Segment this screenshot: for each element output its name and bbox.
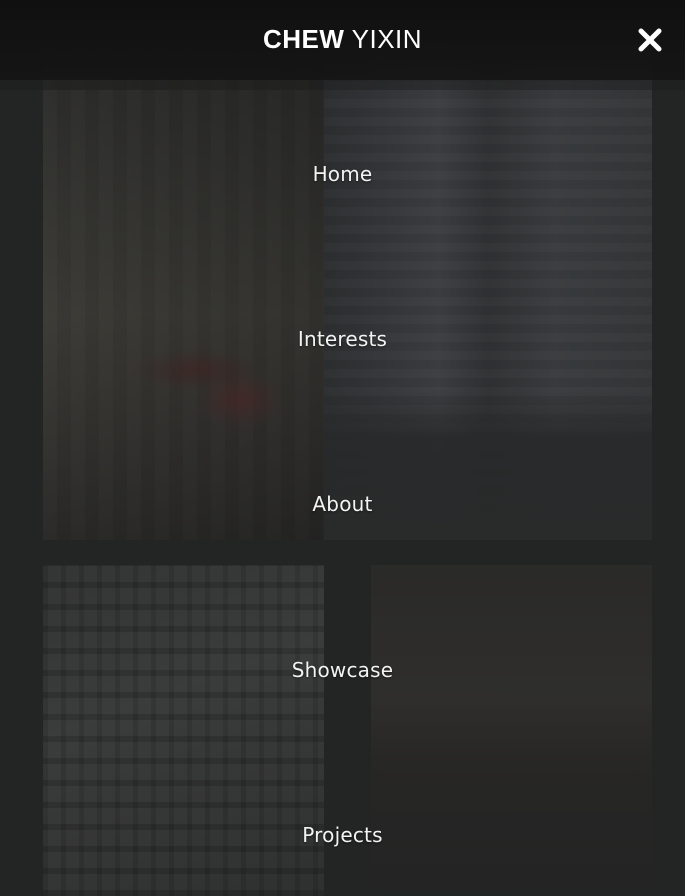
nav-item-showcase[interactable]: Showcase [0,654,685,686]
site-header: CHEW YIXIN [0,0,685,90]
nav-item-projects[interactable]: Projects [0,819,685,851]
nav-menu: Home Interests About Showcase Projects [0,90,685,896]
nav-item-home[interactable]: Home [0,158,685,190]
nav-item-about[interactable]: About [0,488,685,520]
nav-item-label: Interests [297,327,388,351]
nav-item-label: Projects [302,823,383,847]
brand-last-name: YIXIN [351,24,423,54]
close-menu-button[interactable] [632,22,668,58]
nav-item-interests[interactable]: Interests [0,323,685,355]
brand-first-name: CHEW [262,24,345,54]
nav-item-label: About [312,492,373,516]
close-icon [638,28,662,52]
nav-item-label: Home [312,162,373,186]
site-brand[interactable]: CHEW YIXIN [0,24,685,55]
nav-item-label: Showcase [291,658,394,682]
